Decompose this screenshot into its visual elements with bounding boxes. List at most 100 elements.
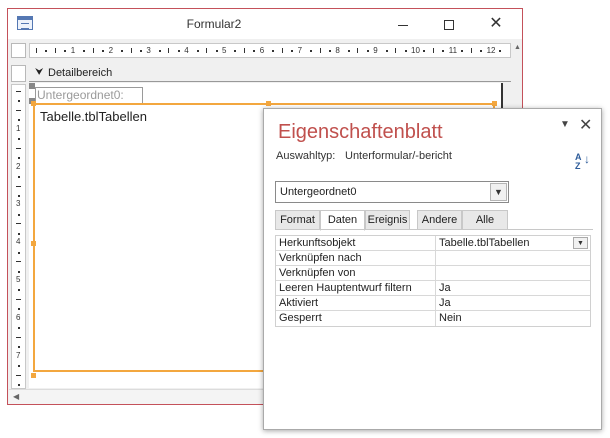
ruler-tick xyxy=(243,48,245,53)
property-value[interactable]: Tabelle.tblTabellen xyxy=(436,236,591,251)
ruler-corner[interactable] xyxy=(11,43,26,58)
ruler-tick xyxy=(281,48,283,53)
property-name[interactable]: Leeren Hauptentwurf filtern xyxy=(276,281,436,296)
ruler-tick xyxy=(18,176,20,179)
tab-alle[interactable]: Alle xyxy=(462,210,508,230)
ruler-tick xyxy=(102,50,105,52)
ruler-number: 5 xyxy=(16,275,21,284)
object-selector-dropdown[interactable]: Untergeordnet0 ▼ xyxy=(275,181,509,203)
property-row-verknuepfen-von[interactable]: Verknüpfen von xyxy=(276,266,590,281)
property-value[interactable]: Ja xyxy=(436,296,591,311)
ruler-tick xyxy=(18,270,20,273)
resize-handle[interactable] xyxy=(31,101,36,106)
property-sheet-close-button[interactable]: ✕ xyxy=(579,115,592,135)
ruler-tick xyxy=(18,383,20,386)
ruler-tick xyxy=(92,48,94,53)
property-name[interactable]: Herkunftsobjekt xyxy=(276,236,436,251)
horizontal-ruler[interactable]: 1 2 3 4 5 6 7 8 9 10 11 12 xyxy=(29,43,511,58)
tab-ereignis[interactable]: Ereignis xyxy=(365,210,410,230)
property-value[interactable]: Ja xyxy=(436,281,591,296)
move-handle[interactable] xyxy=(29,83,35,89)
ruler-number: 11 xyxy=(448,46,458,55)
ruler-tick xyxy=(16,223,21,225)
ruler-tick xyxy=(16,109,21,111)
selection-type-label: Auswahltyp: xyxy=(276,150,336,162)
ruler-tick xyxy=(395,48,397,53)
minimize-icon xyxy=(398,24,408,26)
form-title: Formular2 xyxy=(186,17,242,31)
section-selector[interactable] xyxy=(11,65,26,82)
property-value[interactable]: Nein xyxy=(436,311,591,326)
subform-source-text: Tabelle.tblTabellen xyxy=(40,109,147,124)
ruler-tick xyxy=(16,336,21,338)
ruler-number: 7 xyxy=(16,350,21,360)
section-arrow-icon: ⮟ xyxy=(35,67,44,78)
ruler-tick xyxy=(45,50,48,52)
ruler-number: 4 xyxy=(16,237,21,247)
tab-daten[interactable]: Daten xyxy=(320,210,365,231)
chevron-down-icon[interactable]: ▼ xyxy=(490,183,507,201)
ruler-tick xyxy=(18,119,20,122)
ruler-tick xyxy=(54,48,56,53)
resize-handle[interactable] xyxy=(31,373,36,378)
property-value[interactable] xyxy=(436,266,591,281)
form-titlebar[interactable]: Formular2 ✕ xyxy=(8,9,522,39)
ruler-tick xyxy=(18,232,20,235)
close-button[interactable]: ✕ xyxy=(473,9,519,39)
scroll-left-icon[interactable]: ◀ xyxy=(13,392,19,401)
property-value[interactable] xyxy=(436,251,591,266)
property-row-gesperrt[interactable]: Gesperrt Nein xyxy=(276,311,590,326)
maximize-button[interactable] xyxy=(426,9,472,39)
ruler-tick xyxy=(18,327,20,330)
tab-divider xyxy=(275,229,593,230)
property-name[interactable]: Verknüpfen nach xyxy=(276,251,436,266)
property-name[interactable]: Verknüpfen von xyxy=(276,266,436,281)
property-name[interactable]: Gesperrt xyxy=(276,311,436,326)
ruler-tick xyxy=(18,138,20,141)
ruler-number: 1 xyxy=(70,46,76,55)
tab-andere[interactable]: Andere xyxy=(417,210,462,230)
ruler-tick xyxy=(18,365,20,368)
ruler-number: 2 xyxy=(108,46,114,55)
minimize-button[interactable] xyxy=(380,9,426,39)
ruler-tick xyxy=(423,50,426,52)
ruler-tick xyxy=(366,50,369,52)
property-row-verknuepfen-nach[interactable]: Verknüpfen nach xyxy=(276,251,590,266)
resize-handle[interactable] xyxy=(266,101,271,106)
ruler-tick xyxy=(328,50,331,52)
ruler-tick xyxy=(206,48,208,53)
ruler-tick xyxy=(64,50,67,52)
ruler-tick xyxy=(18,194,20,197)
chevron-down-icon[interactable]: ▼ xyxy=(573,237,588,249)
ruler-tick xyxy=(139,50,142,52)
property-row-leeren-hauptentwurf-filtern[interactable]: Leeren Hauptentwurf filtern Ja xyxy=(276,281,590,296)
ruler-tick xyxy=(36,48,37,53)
property-sheet-title: Eigenschaftenblatt xyxy=(278,121,443,143)
ruler-tick xyxy=(385,50,388,52)
sort-az-icon[interactable]: A Z ↓ xyxy=(575,153,591,171)
ruler-tick xyxy=(16,298,21,300)
ruler-tick xyxy=(16,147,21,149)
resize-handle[interactable] xyxy=(492,101,497,106)
selection-type-value: Unterformular/-bericht xyxy=(345,150,452,162)
scroll-up-icon[interactable]: ▲ xyxy=(514,44,521,51)
vertical-ruler[interactable]: 1 2 3 4 5 6 7 xyxy=(11,84,26,389)
ruler-number: 6 xyxy=(259,46,265,55)
ruler-tick xyxy=(291,50,294,52)
subform-label[interactable]: Untergeordnet0: xyxy=(35,87,143,104)
ruler-tick xyxy=(177,50,180,52)
ruler-number: 10 xyxy=(411,46,420,55)
ruler-tick xyxy=(83,50,86,52)
property-name[interactable]: Aktiviert xyxy=(276,296,436,311)
ruler-tick xyxy=(16,374,21,376)
pane-options-icon[interactable]: ▼ xyxy=(560,119,570,130)
resize-handle[interactable] xyxy=(31,241,36,246)
property-row-aktiviert[interactable]: Aktiviert Ja xyxy=(276,296,590,311)
property-grid: Herkunftsobjekt Tabelle.tblTabellen ▼ Ve… xyxy=(275,235,591,327)
tab-format[interactable]: Format xyxy=(275,210,320,230)
ruler-number: 3 xyxy=(16,199,21,209)
property-row-herkunftsobjekt[interactable]: Herkunftsobjekt Tabelle.tblTabellen ▼ xyxy=(276,236,590,251)
ruler-tick xyxy=(18,100,20,103)
section-label: Detailbereich xyxy=(48,67,113,79)
section-bar-detail[interactable]: ⮟ Detailbereich xyxy=(29,65,511,82)
